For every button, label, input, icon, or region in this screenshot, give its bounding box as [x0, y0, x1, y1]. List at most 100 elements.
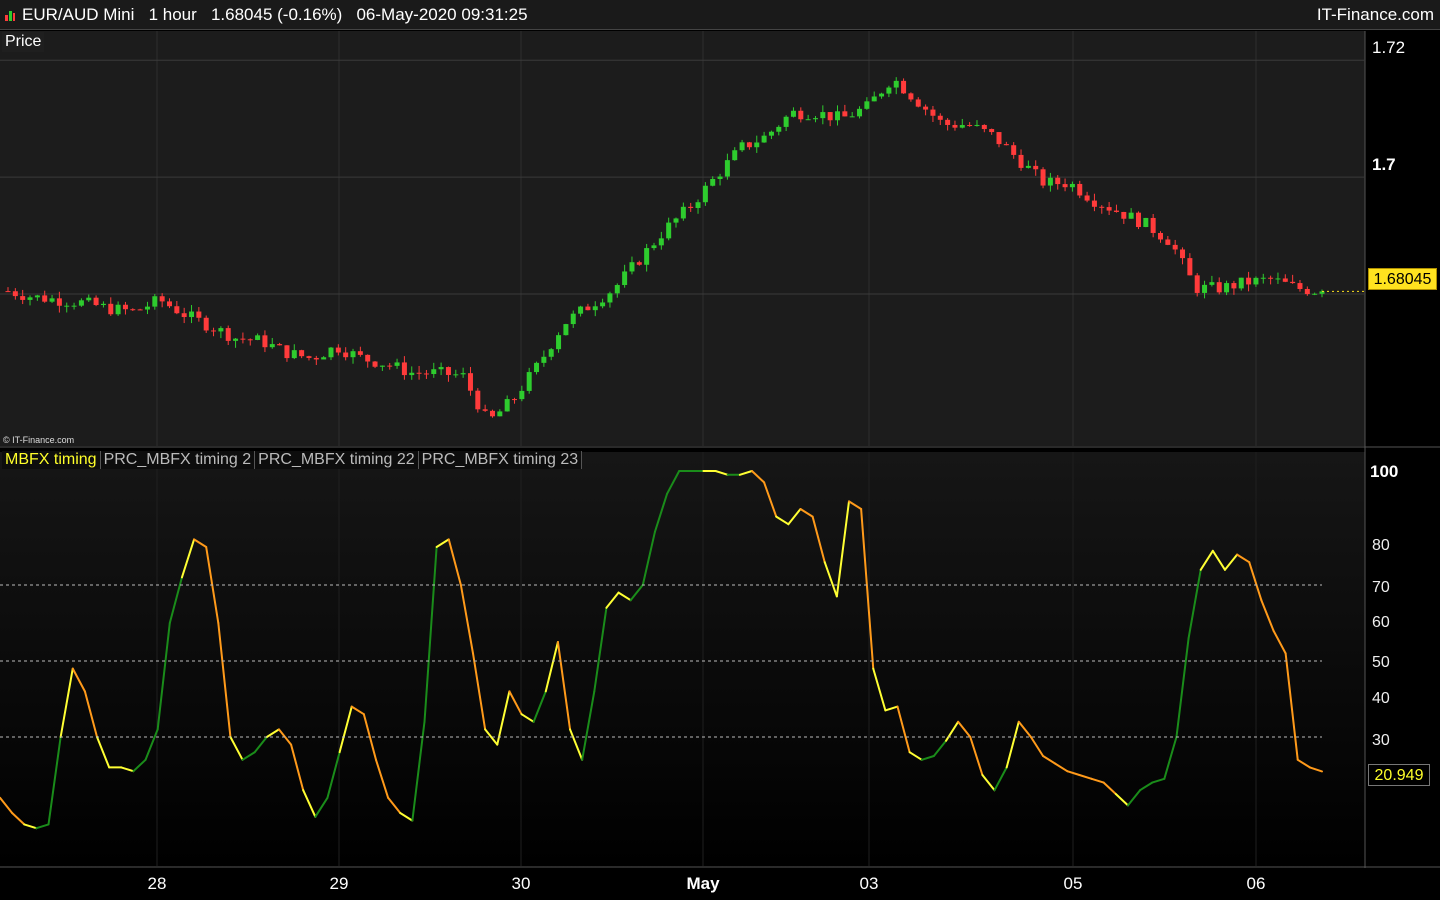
candle-body — [379, 365, 385, 367]
candle-body — [1202, 284, 1208, 293]
candle-body — [12, 291, 18, 297]
candle-body — [871, 96, 877, 102]
candle-body — [1047, 177, 1053, 186]
candle-body — [717, 176, 723, 179]
candle-body — [1040, 169, 1046, 186]
candle-body — [710, 178, 716, 186]
tab-prc-mbfx-timing-22[interactable]: PRC_MBFX timing 22 — [255, 451, 419, 469]
candle-body — [702, 185, 708, 203]
candle-body — [1099, 206, 1105, 208]
candle-body — [49, 298, 55, 302]
candle-body — [460, 373, 466, 375]
candle-body — [372, 361, 378, 367]
candle-body — [445, 367, 451, 375]
tab-prc-mbfx-timing-23[interactable]: PRC_MBFX timing 23 — [418, 451, 583, 469]
candle-body — [255, 335, 261, 340]
price-panel-label[interactable]: Price — [2, 32, 45, 52]
candle-body — [1224, 283, 1230, 293]
candle-body — [1282, 278, 1288, 282]
candle-body — [937, 115, 943, 120]
candle-body — [34, 295, 40, 298]
candle-body — [908, 93, 914, 100]
candle-body — [1187, 258, 1193, 276]
tab-mbfx-timing[interactable]: MBFX timing — [2, 451, 101, 469]
candle-body — [1275, 278, 1281, 280]
candle-body — [189, 311, 195, 318]
candle-body — [820, 112, 826, 119]
candle-body — [1216, 282, 1222, 293]
candle-body — [1312, 293, 1318, 295]
candle-body — [989, 129, 995, 133]
candle-body — [475, 390, 481, 410]
candle-body — [181, 313, 187, 318]
copyright-text: © IT-Finance.com — [3, 435, 75, 445]
candle-body — [1150, 217, 1156, 233]
x-tick-label: 05 — [1063, 874, 1083, 893]
candle-body — [1143, 217, 1149, 228]
candle-body — [401, 362, 407, 376]
indicator-tick-label: 80 — [1372, 537, 1390, 554]
indicator-tick-label: 70 — [1372, 579, 1390, 596]
candle-body — [357, 351, 363, 355]
candle-body — [1077, 183, 1083, 196]
candle-body — [658, 238, 664, 246]
candle-body — [864, 101, 870, 109]
indicator-tick-label: 40 — [1372, 690, 1390, 707]
candle-body — [673, 218, 679, 223]
candle-body — [262, 335, 268, 348]
chart-canvas[interactable] — [0, 0, 1440, 900]
candle-body — [739, 142, 745, 151]
candle-body — [137, 309, 143, 311]
candle-body — [981, 124, 987, 130]
candle-body — [42, 295, 48, 302]
candle-body — [1025, 165, 1031, 168]
candle-body — [1246, 277, 1252, 285]
candle-body — [203, 317, 209, 331]
last-price-badge: 1.68045 — [1368, 268, 1437, 290]
candle-body — [365, 354, 371, 362]
candle-body — [945, 119, 951, 125]
candle-body — [790, 110, 796, 117]
price-tick-label: 1.72 — [1372, 38, 1406, 57]
candle-body — [1158, 232, 1164, 240]
x-tick-label: May — [686, 874, 720, 893]
candle-body — [1253, 277, 1259, 285]
candle-body — [71, 305, 77, 307]
candle-body — [930, 109, 936, 116]
candle-body — [299, 350, 305, 357]
indicator-tick-label: 50 — [1372, 654, 1390, 671]
candle-body — [1268, 277, 1274, 279]
tab-prc-mbfx-timing-2[interactable]: PRC_MBFX timing 2 — [100, 451, 256, 469]
candle-body — [879, 93, 885, 97]
candle-body — [1113, 210, 1119, 212]
x-tick-label: 30 — [511, 874, 531, 893]
candle-body — [578, 306, 584, 314]
candle-body — [556, 335, 562, 350]
candle-body — [1121, 211, 1127, 219]
candle-body — [78, 300, 84, 306]
candle-body — [534, 362, 540, 373]
candle-body — [1106, 207, 1112, 211]
candle-body — [387, 365, 393, 367]
candle-body — [651, 245, 657, 249]
indicator-tick-label: 60 — [1372, 614, 1390, 631]
candle-body — [225, 328, 231, 341]
candle-body — [666, 222, 672, 239]
candle-body — [570, 313, 576, 325]
candle-body — [526, 372, 532, 391]
candle-body — [453, 374, 459, 376]
candle-body — [915, 99, 921, 107]
candle-body — [115, 304, 121, 315]
candle-body — [269, 344, 275, 348]
candle-body — [394, 362, 400, 366]
candle-body — [211, 330, 217, 332]
candle-body — [247, 339, 253, 341]
candle-body — [827, 112, 833, 121]
candle-body — [166, 301, 172, 307]
candle-body — [284, 345, 290, 359]
candle-body — [335, 347, 341, 353]
candle-body — [842, 111, 848, 117]
candle-body — [519, 390, 525, 400]
candle-body — [1165, 239, 1171, 245]
candle-body — [1003, 144, 1009, 146]
